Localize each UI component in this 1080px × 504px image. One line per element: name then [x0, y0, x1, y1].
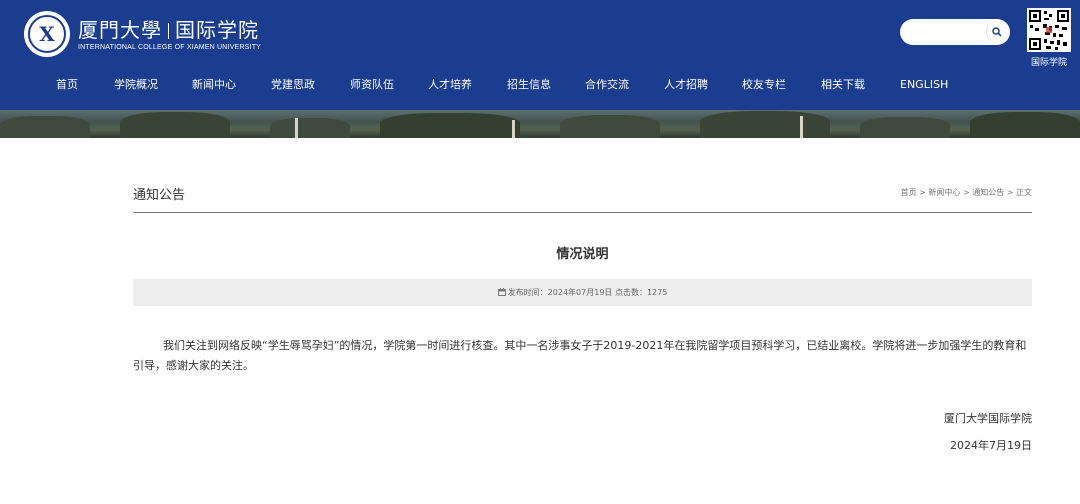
nav-item-home[interactable]: 首页 [56, 74, 78, 96]
nav-item-recruitment[interactable]: 人才招聘 [664, 74, 708, 96]
article-meta-text: 发布时间：2024年07月19日 点击数：1275 [507, 288, 668, 297]
main-nav: 首页 学院概况 新闻中心 党建思政 师资队伍 人才培养 招生信息 合作交流 人才… [0, 74, 1080, 96]
article-body: 我们关注到网络反映“学生辱骂孕妇”的情况，学院第一时间进行核查。其中一名涉事女子… [133, 339, 1027, 372]
section-header: 通知公告 首页 > 新闻中心 > 通知公告 > 正文 [133, 184, 1032, 213]
nav-item-cooperation[interactable]: 合作交流 [585, 74, 629, 96]
qr-label: 国际学院 [1030, 58, 1067, 68]
article-date: 2024年7月19日 [950, 439, 1032, 452]
article-meta: 发布时间：2024年07月19日 点击数：1275 [133, 279, 1032, 306]
nav-item-news[interactable]: 新闻中心 [192, 74, 236, 96]
site-header: X 厦門大學 国际学院 INTERNATIONAL COLLEGE OF XIAM… [0, 0, 1080, 110]
nav-item-admissions[interactable]: 招生信息 [507, 74, 551, 96]
banner-image [0, 110, 1080, 138]
qr-code-icon [1027, 8, 1071, 52]
nav-item-faculty[interactable]: 师资队伍 [350, 74, 394, 96]
search-button[interactable] [986, 22, 1007, 42]
calendar-icon [497, 288, 506, 296]
nav-item-alumni[interactable]: 校友专栏 [742, 74, 786, 96]
breadcrumb[interactable]: 首页 > 新闻中心 > 通知公告 > 正文 [901, 187, 1032, 198]
nav-item-downloads[interactable]: 相关下载 [821, 74, 865, 96]
article-title: 情况说明 [556, 247, 609, 262]
search-box [900, 19, 1010, 45]
university-emblem-icon: X [24, 11, 70, 57]
nav-item-english[interactable]: ENGLISH [900, 74, 948, 96]
nav-item-about[interactable]: 学院概况 [114, 74, 158, 96]
logo-university-name: 厦門大學 [78, 17, 162, 42]
site-logo[interactable]: X 厦門大學 国际学院 INTERNATIONAL COLLEGE OF XIAM… [24, 11, 261, 57]
logo-college-name: 国际学院 [175, 17, 259, 42]
emblem-char: X [39, 22, 55, 46]
search-input[interactable] [900, 19, 984, 45]
search-icon [992, 27, 1002, 37]
nav-item-party[interactable]: 党建思政 [271, 74, 315, 96]
section-title: 通知公告 [133, 188, 186, 203]
nav-item-education[interactable]: 人才培养 [428, 74, 472, 96]
logo-english-name: INTERNATIONAL COLLEGE OF XIAMEN UNIVERSI… [78, 43, 262, 51]
article-signature: 厦门大学国际学院 [944, 412, 1032, 425]
